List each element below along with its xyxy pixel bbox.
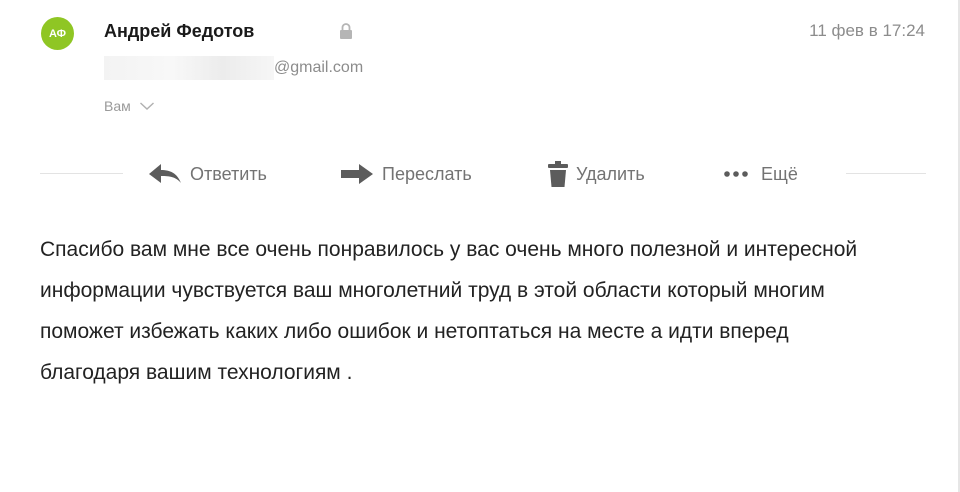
toolbar-divider-right xyxy=(846,173,926,174)
sender-email-domain: @gmail.com xyxy=(274,59,364,76)
recipient-toggle[interactable]: Вам xyxy=(104,96,155,116)
sender-email-redacted xyxy=(104,56,274,80)
more-button[interactable]: Ещё xyxy=(723,160,798,188)
forward-arrow-icon xyxy=(341,164,373,184)
message-date: 11 фев в 17:24 xyxy=(809,21,925,40)
avatar-initials: АФ xyxy=(48,27,67,40)
recipient-label: Вам xyxy=(104,98,131,114)
sender-name[interactable]: Андрей Федотов xyxy=(104,19,254,43)
email-view: АФ Андрей Федотов 11 фев в 17:24 @gmail.… xyxy=(0,0,960,492)
delete-label: Удалить xyxy=(576,163,645,184)
message-body: Спасибо вам мне все очень понравилось у … xyxy=(40,238,858,384)
toolbar-divider-left xyxy=(40,173,123,174)
trash-icon xyxy=(548,161,568,187)
forward-button[interactable]: Переслать xyxy=(340,160,472,188)
avatar[interactable]: АФ xyxy=(41,17,74,50)
delete-button[interactable]: Удалить xyxy=(548,160,645,188)
forward-label: Переслать xyxy=(382,163,472,184)
reply-arrow-icon xyxy=(149,164,181,183)
reply-label: Ответить xyxy=(190,163,267,184)
chevron-down-icon xyxy=(139,102,154,110)
more-label: Ещё xyxy=(761,163,798,184)
reply-button[interactable]: Ответить xyxy=(148,160,267,188)
more-dots-icon xyxy=(724,171,748,177)
lock-icon xyxy=(340,23,352,39)
